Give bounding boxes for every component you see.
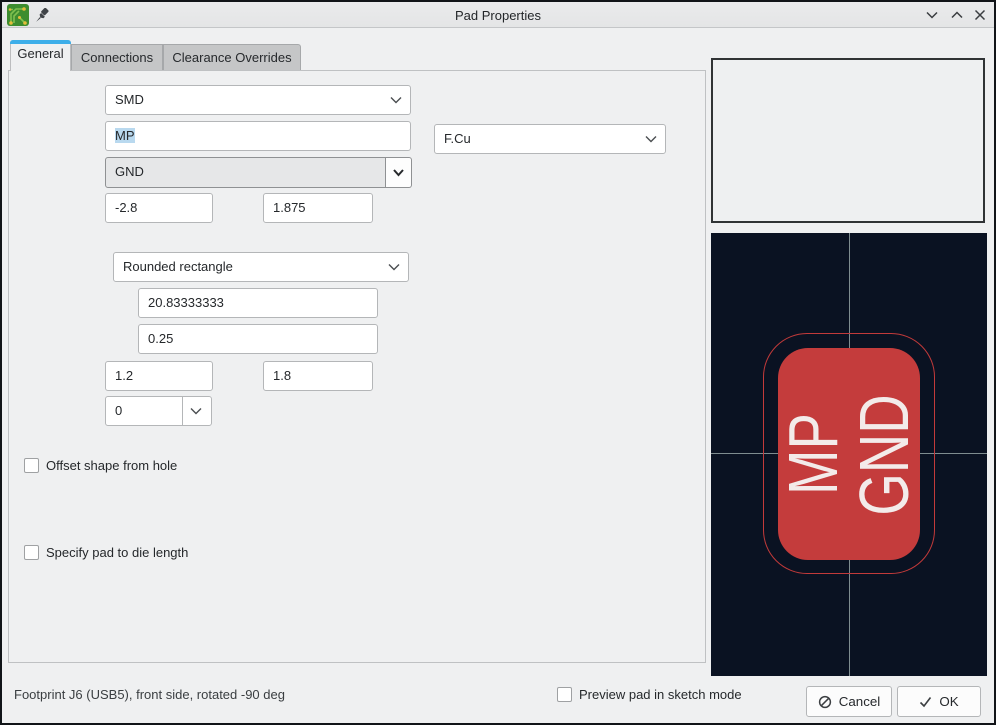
- chevron-down-icon: [390, 96, 402, 104]
- pad-shape-value: Rounded rectangle: [123, 259, 233, 274]
- sketch-mode-checkbox[interactable]: [557, 687, 572, 702]
- parent-footprint-preview: [711, 58, 985, 223]
- cancel-icon: [818, 695, 832, 709]
- corner-size-input[interactable]: 20.83333333: [138, 288, 378, 318]
- pad-size-x-input[interactable]: 1.2: [105, 361, 213, 391]
- copper-layers-value: F.Cu: [444, 131, 471, 146]
- ok-button[interactable]: OK: [897, 686, 981, 717]
- offset-shape-label: Offset shape from hole: [46, 458, 177, 473]
- ok-button-label: OK: [939, 694, 958, 709]
- active-tab-accent: [10, 40, 71, 44]
- net-name-combobox[interactable]: GND: [105, 157, 386, 188]
- pad-type-select[interactable]: SMD: [105, 85, 411, 115]
- tab-clearance-overrides[interactable]: Clearance Overrides: [163, 44, 301, 71]
- position-x-value: -2.8: [115, 200, 137, 215]
- position-y-value: 1.875: [273, 200, 306, 215]
- net-name-value: GND: [115, 164, 144, 179]
- cancel-button-label: Cancel: [839, 694, 881, 709]
- tab-general[interactable]: General: [10, 40, 71, 71]
- window-title: Pad Properties: [2, 8, 994, 23]
- angle-value: 0: [115, 403, 122, 418]
- tab-connections[interactable]: Connections: [71, 44, 163, 71]
- status-text: Footprint J6 (USB5), front side, rotated…: [14, 687, 285, 702]
- pad-properties-dialog: Pad Properties Connections Clearance Ove…: [0, 0, 996, 725]
- sketch-mode-label: Preview pad in sketch mode: [579, 687, 742, 702]
- offset-shape-checkbox-row[interactable]: Offset shape from hole: [24, 458, 177, 473]
- position-y-input[interactable]: 1.875: [263, 193, 373, 223]
- angle-dropdown-button[interactable]: [182, 397, 211, 425]
- die-length-checkbox-row[interactable]: Specify pad to die length: [24, 545, 188, 560]
- offset-shape-checkbox[interactable]: [24, 458, 39, 473]
- corner-radius-value: 0.25: [148, 331, 173, 346]
- pad-size-y-value: 1.8: [273, 368, 291, 383]
- position-x-input[interactable]: -2.8: [105, 193, 213, 223]
- ok-check-icon: [919, 696, 932, 708]
- window-maximize-icon[interactable]: [949, 8, 965, 22]
- window-close-icon[interactable]: [972, 8, 988, 22]
- pad-number-input[interactable]: MP: [105, 121, 411, 151]
- sketch-mode-checkbox-row[interactable]: Preview pad in sketch mode: [557, 687, 742, 702]
- chevron-down-icon: [393, 168, 404, 177]
- pad-preview-canvas: MP GND: [711, 233, 987, 676]
- chevron-down-icon: [190, 407, 202, 415]
- pad-number-value: MP: [115, 128, 135, 143]
- title-bar[interactable]: Pad Properties: [2, 2, 994, 28]
- corner-size-value: 20.83333333: [148, 295, 224, 310]
- pad-size-y-input[interactable]: 1.8: [263, 361, 373, 391]
- window-shade-icon[interactable]: [924, 8, 940, 22]
- net-name-dropdown-button[interactable]: [386, 157, 412, 188]
- tab-clearance-overrides-label: Clearance Overrides: [172, 50, 291, 65]
- tab-general-label: General: [17, 46, 63, 61]
- die-length-checkbox[interactable]: [24, 545, 39, 560]
- cancel-button[interactable]: Cancel: [806, 686, 892, 717]
- copper-layers-select[interactable]: F.Cu: [434, 124, 666, 154]
- die-length-label: Specify pad to die length: [46, 545, 188, 560]
- tab-connections-label: Connections: [81, 50, 153, 65]
- angle-combobox[interactable]: 0: [105, 396, 212, 426]
- pad-shape-select[interactable]: Rounded rectangle: [113, 252, 409, 282]
- pad-size-x-value: 1.2: [115, 368, 133, 383]
- chevron-down-icon: [645, 135, 657, 143]
- chevron-down-icon: [388, 263, 400, 271]
- pad-type-value: SMD: [115, 92, 144, 107]
- corner-radius-input[interactable]: 0.25: [138, 324, 378, 354]
